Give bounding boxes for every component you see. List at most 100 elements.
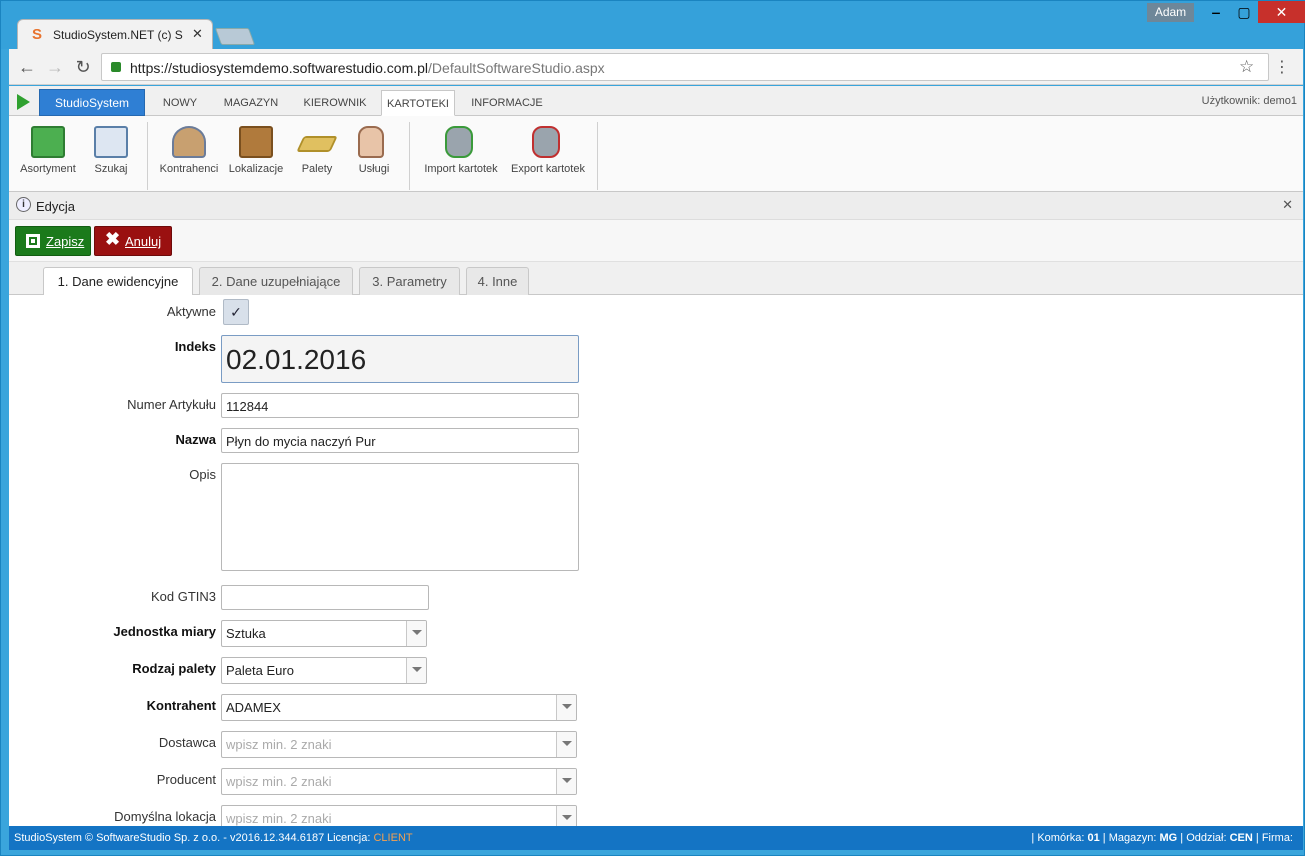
info-icon: i	[16, 197, 31, 212]
tab-inne[interactable]: 4. Inne	[466, 267, 529, 295]
contractor-label: Kontrahent	[146, 698, 216, 713]
bookmark-star-icon[interactable]: ☆	[1239, 57, 1254, 77]
contractor-value: ADAMEX	[226, 700, 281, 715]
maximize-icon[interactable]: ▢	[1231, 1, 1257, 23]
reload-icon[interactable]: ↻	[73, 57, 93, 77]
branch-label: Oddział:	[1186, 832, 1227, 844]
ribbon-tabs: StudioSystem NOWY MAGAZYN KIEROWNIK KART…	[9, 86, 1303, 116]
edit-header: i Edycja ✕	[9, 192, 1303, 220]
unit-label: Jednostka miary	[113, 624, 216, 639]
unit-value: Sztuka	[226, 626, 266, 641]
cancel-x-icon: ✖	[105, 229, 121, 249]
ribbon-separator	[597, 122, 598, 190]
gtin-label: Kod GTIN3	[150, 589, 216, 604]
chevron-down-icon[interactable]	[406, 621, 426, 646]
form-tabs: 1. Dane ewidencyjne 2. Dane uzupełniając…	[9, 262, 1303, 296]
ribbon-asortyment[interactable]: Asortyment	[17, 116, 79, 192]
branch-value: CEN	[1229, 832, 1253, 844]
index-input[interactable]: 02.01.2016	[221, 335, 579, 383]
url-input[interactable]: https://studiosystemdemo.softwarestudio.…	[101, 53, 1269, 81]
producer-placeholder: wpisz min. 2 znaki	[226, 774, 332, 789]
tab-dane-ewidencyjne[interactable]: 1. Dane ewidencyjne	[43, 267, 193, 296]
tab-close-icon[interactable]: ✕	[192, 26, 203, 42]
pallet-select[interactable]: Paleta Euro	[221, 657, 427, 684]
chevron-down-icon[interactable]	[556, 732, 576, 757]
user-label: Użytkownik: demo1	[1201, 95, 1297, 107]
db-export-icon	[532, 126, 560, 158]
tab-parametry[interactable]: 3. Parametry	[359, 267, 460, 295]
cancel-label: Anuluj	[125, 234, 162, 249]
article-number-input[interactable]: 112844	[221, 393, 579, 418]
play-icon[interactable]	[17, 94, 30, 110]
back-icon[interactable]: ←	[17, 57, 37, 77]
ribbon-label: Lokalizacje	[228, 163, 284, 175]
forward-icon[interactable]: →	[45, 57, 65, 77]
ribbon-kontrahenci[interactable]: Kontrahenci	[157, 116, 221, 192]
cell-value: 01	[1087, 832, 1100, 844]
gtin-input[interactable]	[221, 585, 429, 610]
shelf-icon	[239, 126, 273, 158]
status-bar: StudioSystem © SoftwareStudio Sp. z o.o.…	[9, 826, 1303, 850]
edit-title: Edycja	[36, 199, 76, 214]
warehouse-value: MG	[1159, 832, 1178, 844]
url-host: https://studiosystemdemo.softwarestudio.…	[130, 60, 429, 76]
chevron-down-icon[interactable]	[556, 769, 576, 794]
unit-select[interactable]: Sztuka	[221, 620, 427, 647]
close-edit-icon[interactable]: ✕	[1282, 197, 1293, 213]
tab-informacje[interactable]: INFORMACJE	[467, 90, 547, 116]
new-tab-button[interactable]	[214, 28, 256, 45]
ribbon-label: Kontrahenci	[159, 163, 219, 175]
tab-kierownik[interactable]: KIEROWNIK	[297, 90, 373, 116]
ribbon-lokalizacje[interactable]: Lokalizacje	[227, 116, 285, 192]
tab-nowy[interactable]: NOWY	[155, 90, 205, 116]
tab-magazyn[interactable]: MAGAZYN	[217, 90, 285, 116]
service-hand-icon	[358, 126, 384, 158]
tab-dane-uzupelniajace[interactable]: 2. Dane uzupełniające	[199, 267, 353, 295]
chevron-down-icon[interactable]	[406, 658, 426, 683]
producer-combo[interactable]: wpisz min. 2 znaki	[221, 768, 577, 795]
chevron-down-icon[interactable]	[556, 695, 576, 720]
ribbon-separator	[147, 122, 148, 190]
browser-window: Adam ‒ ▢ ✕ S StudioSystem.NET (c) Sof ✕ …	[0, 0, 1305, 856]
product-icon	[31, 126, 65, 158]
ribbon-szukaj[interactable]: Szukaj	[87, 116, 135, 192]
tab-title: StudioSystem.NET (c) Sof	[53, 28, 183, 42]
ribbon-palety[interactable]: Palety	[295, 116, 339, 192]
contractors-icon	[172, 126, 206, 158]
browser-tab[interactable]: S StudioSystem.NET (c) Sof ✕	[17, 19, 213, 49]
url-path: /DefaultSoftwareStudio.aspx	[428, 60, 605, 76]
browser-menu-icon[interactable]: ⋮	[1274, 57, 1290, 77]
ribbon-label: Usługi	[358, 163, 390, 175]
location-label: Domyślna lokacja	[114, 809, 216, 824]
form-body: Aktywne ✓ Indeks 02.01.2016 Numer Artyku…	[9, 295, 1303, 826]
pallet-value: Paleta Euro	[226, 663, 294, 678]
save-label: Zapisz	[46, 234, 85, 249]
name-label: Nazwa	[175, 432, 216, 447]
company-label: Firma:	[1261, 832, 1293, 844]
active-checkbox[interactable]: ✓	[223, 299, 249, 325]
brand-tab[interactable]: StudioSystem	[39, 89, 145, 116]
ribbon-label: Import kartotek	[424, 163, 498, 175]
studiosystem-logo-icon: S	[32, 26, 43, 43]
location-combo[interactable]: wpisz min. 2 znaki	[221, 805, 577, 826]
description-textarea[interactable]	[221, 463, 579, 571]
tab-kartoteki[interactable]: KARTOTEKI	[381, 90, 455, 116]
name-input[interactable]: Płyn do mycia naczyń Pur	[221, 428, 579, 453]
status-context: | Komórka: 01 | Magazyn: MG | Oddział: C…	[1031, 832, 1293, 844]
search-info-icon	[94, 126, 128, 158]
ribbon-import-kartotek[interactable]: Import kartotek	[419, 116, 503, 192]
supplier-label: Dostawca	[158, 735, 216, 750]
contractor-combo[interactable]: ADAMEX	[221, 694, 577, 721]
ribbon-export-kartotek[interactable]: Export kartotek	[507, 116, 589, 192]
chevron-down-icon[interactable]	[556, 806, 576, 826]
close-window-icon[interactable]: ✕	[1258, 1, 1305, 23]
lock-icon	[111, 62, 121, 72]
supplier-combo[interactable]: wpisz min. 2 znaki	[221, 731, 577, 758]
active-label: Aktywne	[166, 304, 216, 319]
app-area: StudioSystem NOWY MAGAZYN KIEROWNIK KART…	[9, 86, 1303, 826]
cancel-button[interactable]: ✖ Anuluj	[94, 226, 172, 256]
ribbon-uslugi[interactable]: Usługi	[349, 116, 399, 192]
save-button[interactable]: Zapisz	[15, 226, 91, 256]
minimize-icon[interactable]: ‒	[1203, 1, 1229, 23]
pallet-label: Rodzaj palety	[132, 661, 216, 676]
